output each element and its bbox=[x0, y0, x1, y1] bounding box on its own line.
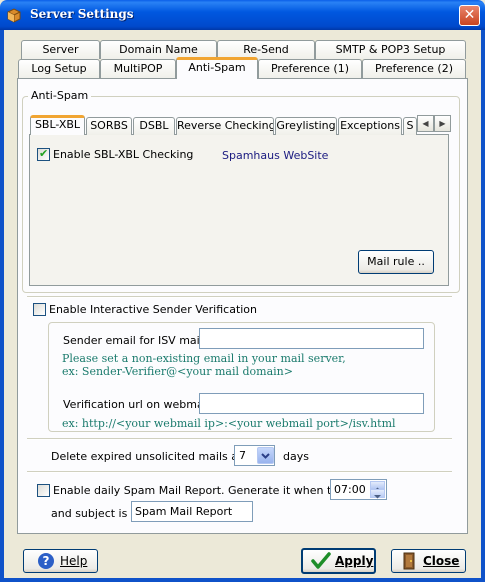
inner-tab-s[interactable]: S bbox=[403, 117, 417, 135]
enable-spam-report-label: Enable daily Spam Mail Report. Generate … bbox=[53, 484, 365, 497]
close-button[interactable]: Close bbox=[391, 549, 466, 573]
enable-sbl-xbl-label: Enable SBL-XBL Checking bbox=[53, 148, 194, 161]
inner-tab-exceptions[interactable]: Exceptions bbox=[338, 117, 402, 135]
tab-preference-1[interactable]: Preference (1) bbox=[258, 59, 362, 78]
anti-spam-group-label: Anti-Spam bbox=[28, 89, 92, 102]
inner-tab-sorbs[interactable]: SORBS bbox=[86, 117, 132, 135]
enable-isv-label: Enable Interactive Sender Verification bbox=[49, 303, 258, 316]
mail-rule-button[interactable]: Mail rule .. bbox=[358, 250, 434, 274]
tab-preference-2[interactable]: Preference (2) bbox=[362, 59, 466, 78]
inner-tab-greylisting[interactable]: Greylisting bbox=[275, 117, 337, 135]
verification-url-label: Verification url on webmail : bbox=[63, 398, 218, 411]
window-frame-bottom[interactable] bbox=[0, 578, 485, 582]
inner-tab-dsbl[interactable]: DSBL bbox=[133, 117, 175, 135]
tab-scroll-left-icon[interactable]: ◀ bbox=[417, 115, 434, 132]
verification-url-input[interactable] bbox=[199, 393, 424, 414]
separator bbox=[27, 471, 452, 473]
help-icon: ? bbox=[38, 553, 54, 569]
close-button-label: Close bbox=[423, 554, 460, 568]
separator bbox=[27, 438, 452, 440]
inner-tab-reverse-checking[interactable]: Reverse Checking bbox=[176, 117, 274, 135]
tab-scroll-right-icon[interactable]: ▶ bbox=[434, 115, 451, 132]
tab-server[interactable]: Server bbox=[21, 40, 100, 59]
spamhaus-website-link[interactable]: Spamhaus WebSite bbox=[222, 149, 328, 162]
sender-email-input[interactable] bbox=[199, 328, 424, 349]
enable-sbl-xbl-checkbox[interactable] bbox=[37, 147, 50, 161]
report-subject-input[interactable]: Spam Mail Report bbox=[131, 501, 253, 522]
apply-button-label: Apply bbox=[335, 554, 374, 568]
time-spin-down-icon[interactable] bbox=[370, 489, 385, 499]
separator bbox=[27, 296, 452, 298]
subject-label: and subject is bbox=[51, 507, 128, 520]
tab-anti-spam[interactable]: Anti-Spam bbox=[176, 57, 258, 79]
days-label: days bbox=[283, 450, 309, 463]
door-exit-icon bbox=[402, 552, 418, 573]
window-close-icon[interactable]: ✕ bbox=[459, 5, 480, 26]
chevron-down-icon[interactable] bbox=[257, 447, 274, 464]
inner-tab-sbl-xbl[interactable]: SBL-XBL bbox=[30, 115, 85, 135]
window-frame-left bbox=[0, 30, 4, 582]
isv-hint-line-1: Please set a non-existing email in your … bbox=[62, 352, 346, 365]
enable-spam-report-checkbox[interactable] bbox=[37, 484, 50, 497]
apply-button[interactable]: Apply bbox=[301, 548, 376, 574]
window-title: Server Settings bbox=[30, 7, 134, 21]
isv-hint-line-2: ex: Sender-Verifier@<your mail domain> bbox=[62, 365, 293, 378]
window-frame-right bbox=[481, 30, 485, 582]
tab-log-setup[interactable]: Log Setup bbox=[18, 59, 100, 78]
isv-hint-line-3: ex: http://<your webmail ip>:<your webma… bbox=[62, 417, 396, 430]
time-spin-up-icon[interactable] bbox=[370, 481, 385, 491]
help-button[interactable]: ? Help bbox=[23, 549, 98, 573]
check-icon bbox=[311, 552, 331, 573]
server-settings-icon bbox=[6, 7, 22, 23]
tab-multipop[interactable]: MultiPOP bbox=[100, 59, 176, 78]
enable-isv-checkbox[interactable] bbox=[33, 303, 46, 316]
sender-email-label: Sender email for ISV mail : bbox=[63, 334, 210, 347]
help-button-label: Help bbox=[60, 554, 88, 568]
delete-expired-label: Delete expired unsolicited mails after bbox=[51, 450, 258, 463]
tab-smtp-pop3-setup[interactable]: SMTP & POP3 Setup bbox=[315, 40, 466, 59]
